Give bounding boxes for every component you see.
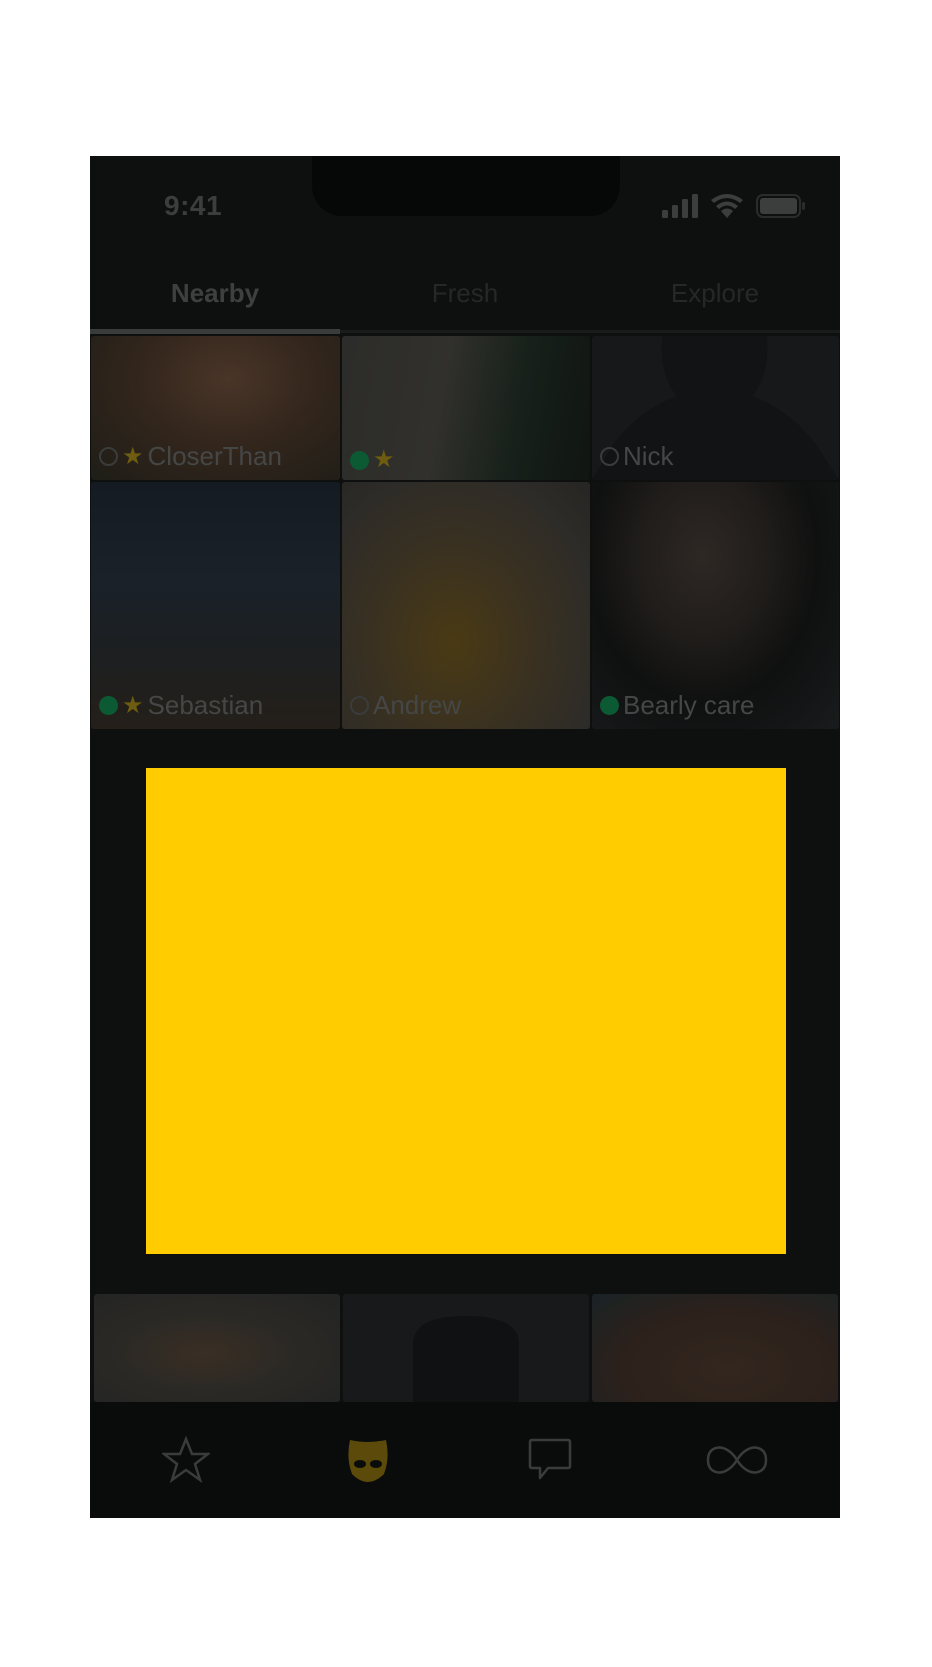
tab-explore[interactable]: Explore: [590, 256, 840, 330]
device-notch: [312, 156, 620, 216]
profile-label: Nick: [600, 441, 674, 472]
bottom-navigation: [90, 1402, 840, 1518]
star-outline-icon: [162, 1436, 210, 1484]
profile-label: ★ CloserThan: [99, 441, 282, 472]
profile-label: ★ Sebastian: [99, 690, 263, 721]
nav-favorites[interactable]: [156, 1430, 216, 1490]
online-status-icon: [99, 696, 118, 715]
profile-label: Andrew: [350, 690, 461, 721]
online-status-icon: [600, 696, 619, 715]
favorite-star-icon: ★: [373, 446, 395, 473]
tab-fresh[interactable]: Fresh: [340, 256, 590, 330]
profile-label: Bearly care: [600, 690, 755, 721]
profile-cell[interactable]: ★: [342, 336, 590, 480]
advertisement-banner[interactable]: [146, 768, 786, 1254]
profile-name: Sebastian: [147, 690, 264, 720]
profile-cell[interactable]: Bearly care: [592, 482, 839, 729]
favorite-star-icon: ★: [122, 691, 144, 719]
tab-active-indicator: [90, 329, 340, 334]
grindr-mask-icon: [348, 1440, 388, 1482]
profile-name: Bearly care: [623, 690, 755, 720]
profile-cell[interactable]: [343, 1294, 589, 1402]
profile-cell[interactable]: ★ Sebastian: [91, 482, 340, 729]
profile-name: Nick: [623, 441, 674, 471]
nav-inbox[interactable]: [520, 1430, 580, 1490]
offline-status-icon: [600, 447, 619, 466]
offline-status-icon: [99, 447, 118, 466]
chat-bubble-icon: [528, 1438, 572, 1480]
nav-browse[interactable]: [338, 1430, 398, 1490]
phone-screen: 9:41 Nearby Fresh Explore ★ CloserThan ★…: [90, 156, 840, 1518]
battery-icon: [756, 194, 805, 218]
browse-tabs: Nearby Fresh Explore: [90, 256, 840, 336]
infinity-icon: [706, 1446, 768, 1474]
profile-label: ★: [350, 448, 399, 472]
profile-cell[interactable]: Nick: [592, 336, 839, 480]
profile-cell[interactable]: ★ CloserThan: [91, 336, 340, 480]
nav-store[interactable]: [702, 1430, 772, 1490]
cellular-signal-icon: [662, 194, 698, 218]
status-time: 9:41: [164, 190, 223, 221]
wifi-icon: [711, 194, 743, 218]
default-avatar-silhouette-icon: [413, 1316, 519, 1402]
status-icons: [662, 194, 806, 218]
profile-name: CloserThan: [147, 441, 282, 471]
profile-cell[interactable]: [592, 1294, 838, 1402]
profile-cell[interactable]: Andrew: [342, 482, 590, 729]
tab-nearby[interactable]: Nearby: [90, 256, 340, 330]
favorite-star-icon: ★: [122, 442, 144, 470]
offline-status-icon: [350, 696, 369, 715]
online-status-icon: [350, 450, 369, 470]
profile-cell[interactable]: [94, 1294, 340, 1402]
profile-name: Andrew: [373, 690, 462, 720]
